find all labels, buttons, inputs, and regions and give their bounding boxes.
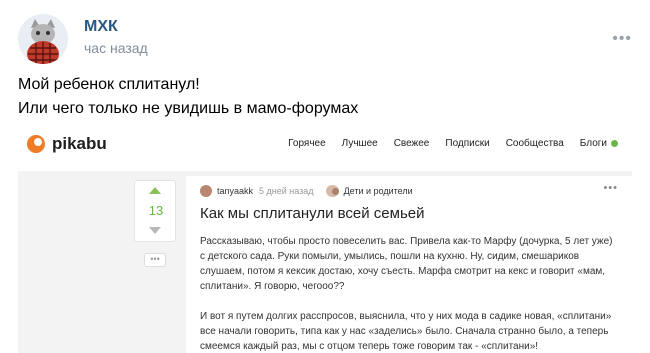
story-paragraph: Рассказываю, чтобы просто повеселить вас… xyxy=(200,236,613,292)
post-header: МХК час назад ••• xyxy=(18,14,632,66)
story-body: Рассказываю, чтобы просто повеселить вас… xyxy=(200,234,620,353)
post-text: Мой ребенок сплитанул! Или чего только н… xyxy=(18,73,632,121)
post-text-line: Мой ребенок сплитанул! xyxy=(18,76,200,93)
post-time[interactable]: час назад xyxy=(84,40,148,56)
menu-item-blogs-label: Блоги xyxy=(579,138,607,149)
author-name[interactable]: МХК xyxy=(84,18,118,36)
menu-item-best: Лучшее xyxy=(341,138,378,149)
attached-image[interactable]: pikabu Горячее Лучшее Свежее Подписки Со… xyxy=(18,124,632,353)
pikabu-menu: Горячее Лучшее Свежее Подписки Сообществ… xyxy=(288,138,618,149)
pikabu-navbar: pikabu Горячее Лучшее Свежее Подписки Со… xyxy=(18,124,632,164)
story-author-avatar xyxy=(200,185,212,197)
story-paragraph: И вот я путем долгих расспросов, выяснил… xyxy=(200,311,612,352)
vote-count: 13 xyxy=(148,203,164,218)
vote-more-icon: ••• xyxy=(144,253,166,267)
green-dot-icon xyxy=(611,139,618,147)
cat-avatar-icon xyxy=(18,14,68,64)
author-avatar[interactable] xyxy=(18,14,68,64)
story-meta: tanyaakk 5 дней назад Дети и родители xyxy=(200,185,413,197)
pikabu-logo-icon xyxy=(27,135,45,153)
arrow-up-icon xyxy=(149,187,161,194)
story-title: Как мы сплитанули всей семьей xyxy=(200,205,425,222)
menu-item-hot: Горячее xyxy=(288,138,326,149)
story-card: tanyaakk 5 дней назад Дети и родители ••… xyxy=(186,176,632,353)
menu-item-subscriptions: Подписки xyxy=(445,138,490,149)
community-icon xyxy=(325,185,339,197)
menu-item-communities: Сообщества xyxy=(505,138,564,149)
story-author: tanyaakk xyxy=(217,186,254,196)
more-options-icon[interactable]: ••• xyxy=(612,30,632,48)
story-more-icon: ••• xyxy=(603,182,618,194)
post-text-line: Или чего только не увидишь в мамо-форума… xyxy=(18,100,359,117)
menu-item-blogs: Блоги xyxy=(580,138,618,149)
vote-box: 13 xyxy=(134,180,176,242)
story-time: 5 дней назад xyxy=(259,186,314,196)
arrow-down-icon xyxy=(149,227,161,234)
menu-item-fresh: Свежее xyxy=(393,138,430,149)
story-community: Дети и родители xyxy=(343,186,413,196)
pikabu-content-area: 13 ••• tanyaakk 5 дней назад Дети и роди… xyxy=(18,171,632,353)
pikabu-brand: pikabu xyxy=(52,134,107,153)
